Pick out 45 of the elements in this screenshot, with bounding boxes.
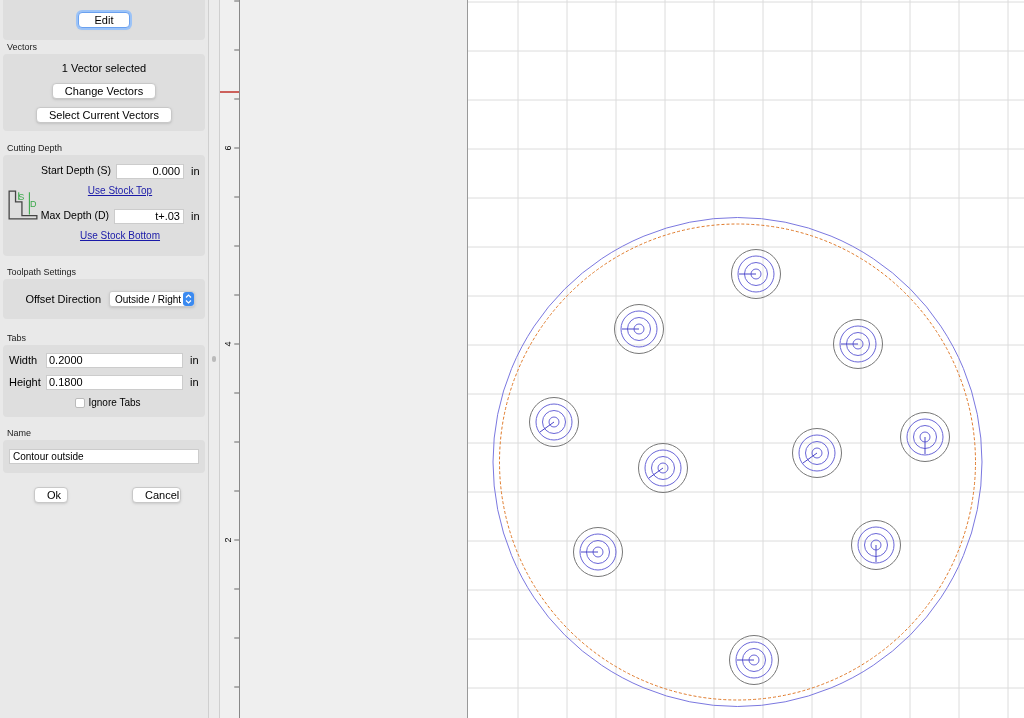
stock-link[interactable]: Use Stock Bottom bbox=[80, 228, 160, 243]
ruler-label: 2 bbox=[223, 537, 234, 543]
spiral-target-drawing[interactable] bbox=[638, 443, 688, 493]
spiral-target-drawing[interactable] bbox=[792, 428, 842, 478]
tab-size-input[interactable]: 0.1800 bbox=[46, 375, 183, 390]
depth-input[interactable]: 0.000 bbox=[116, 163, 184, 179]
offset-direction-select[interactable]: Outside / Right bbox=[109, 291, 195, 307]
stepper-icon bbox=[183, 292, 194, 306]
ruler-label: 6 bbox=[223, 145, 234, 151]
spiral-target-drawing[interactable] bbox=[529, 397, 579, 447]
button[interactable]: Cancel bbox=[132, 487, 181, 503]
unit-label: in bbox=[190, 375, 199, 391]
section-heading: Name bbox=[6, 427, 32, 440]
ruler-label: 4 bbox=[223, 341, 234, 347]
unit-label: in bbox=[191, 208, 200, 224]
spiral-target-drawing[interactable] bbox=[573, 527, 623, 577]
depth-input[interactable]: t+.03 bbox=[114, 208, 184, 224]
selection-status: 1 Vector selected bbox=[61, 62, 147, 75]
stock-link[interactable]: Use Stock Top bbox=[87, 183, 153, 198]
button[interactable]: Select Current Vectors bbox=[35, 107, 173, 123]
depth-diagram-icon: S D bbox=[7, 189, 39, 221]
section-heading: Toolpath Settings bbox=[6, 266, 78, 279]
button[interactable]: Change Vectors bbox=[51, 83, 157, 99]
button[interactable]: Ok bbox=[34, 487, 68, 503]
unit-label: in bbox=[191, 163, 200, 179]
field-label: Offset Direction bbox=[24, 291, 101, 307]
field-label: Start Depth (S) bbox=[39, 163, 111, 179]
checkbox-label: Ignore Tabs bbox=[88, 396, 141, 410]
field-label: Max Depth (D) bbox=[39, 208, 109, 224]
name-input[interactable]: Contour outside bbox=[9, 449, 199, 464]
unit-label: in bbox=[190, 353, 199, 369]
ignore-tabs-checkbox[interactable] bbox=[75, 397, 86, 408]
field-label: Height bbox=[8, 375, 41, 391]
tab-size-input[interactable]: 0.2000 bbox=[46, 353, 183, 368]
spiral-target-drawing[interactable] bbox=[851, 520, 901, 570]
spiral-target-drawing[interactable] bbox=[833, 319, 883, 369]
section-heading: Cutting Depth bbox=[6, 142, 64, 155]
spiral-target-drawing[interactable] bbox=[614, 304, 664, 354]
section-heading: Vectors bbox=[6, 41, 38, 54]
button[interactable]: Edit bbox=[77, 12, 131, 28]
spiral-target-drawing[interactable] bbox=[731, 249, 781, 299]
spiral-target-drawing[interactable] bbox=[900, 412, 950, 462]
section-heading: Tabs bbox=[6, 332, 27, 345]
field-label: Width bbox=[8, 353, 39, 369]
spiral-target-drawing[interactable] bbox=[729, 635, 779, 685]
